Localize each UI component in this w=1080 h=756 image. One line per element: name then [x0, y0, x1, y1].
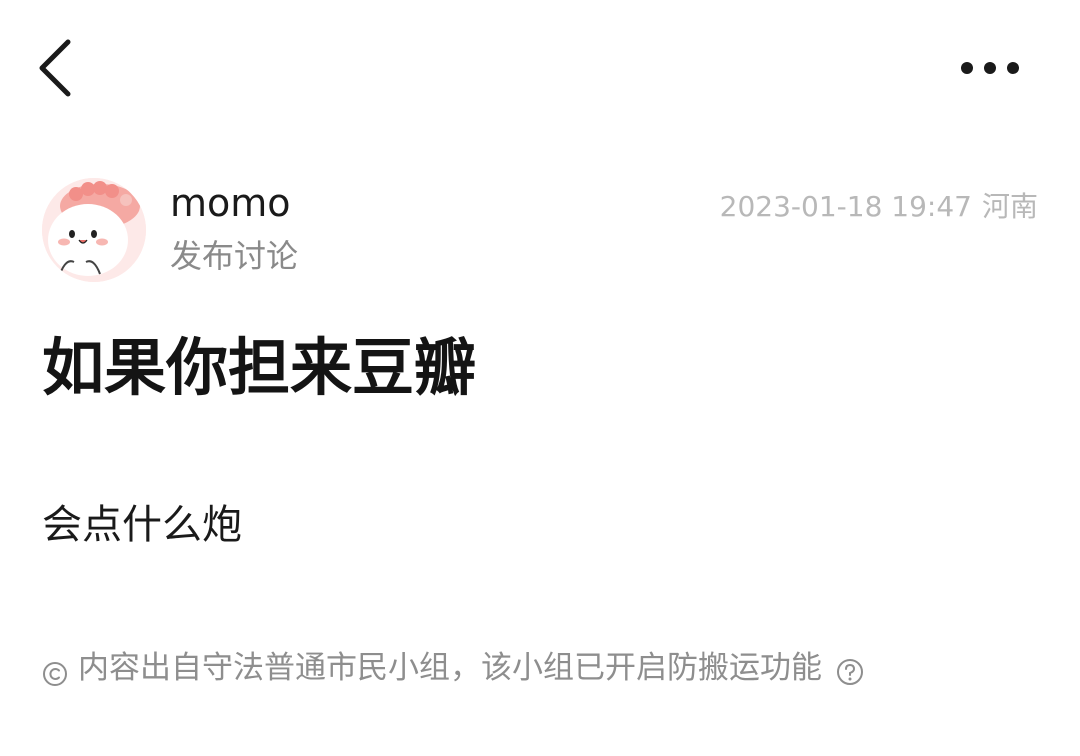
- chevron-left-icon: [39, 39, 71, 97]
- author-info: momo 发布讨论 2023-01-18 19:47 河南: [0, 170, 1080, 290]
- post-location: 河南: [981, 190, 1038, 223]
- post-meta: 2023-01-18 19:47 河南: [720, 190, 1038, 224]
- copyright-icon: [42, 655, 68, 686]
- post-title: 如果你担来豆瓣: [42, 331, 477, 404]
- username[interactable]: momo: [170, 180, 291, 226]
- top-navigation-bar: [0, 0, 1080, 135]
- more-options-button[interactable]: [950, 46, 1030, 90]
- post-datetime: 2023-01-18 19:47: [719, 190, 972, 223]
- cartoon-avatar-icon: [42, 178, 146, 282]
- copyright-notice-text: 内容出自守法普通市民小组，该小组已开启防搬运功能: [78, 650, 822, 686]
- post-body: 会点什么炮: [42, 502, 242, 548]
- post-action-label: 发布讨论: [170, 237, 299, 275]
- question-circle-icon[interactable]: [836, 654, 864, 685]
- copyright-notice: 内容出自守法普通市民小组，该小组已开启防搬运功能: [42, 646, 864, 690]
- back-button[interactable]: [28, 32, 88, 104]
- more-horizontal-icon: [961, 62, 1019, 74]
- avatar[interactable]: [42, 178, 146, 282]
